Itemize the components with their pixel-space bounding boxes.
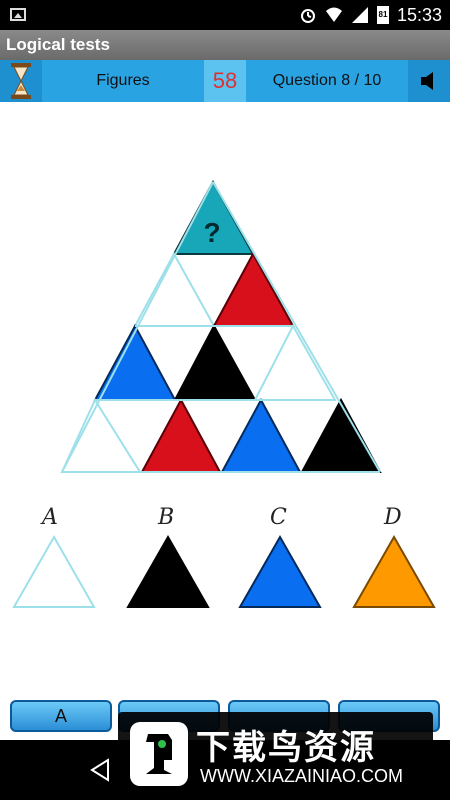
option-b-triangle[interactable] [124, 533, 214, 613]
image-notification-icon [10, 8, 26, 21]
puzzle-triangle [133, 251, 216, 327]
option-label-c: C [270, 505, 287, 530]
status-time: 15:33 [396, 4, 442, 25]
watermark-url: WWW.XIAZAINIAO.COM [200, 766, 403, 786]
puzzle-triangle [140, 397, 222, 473]
wifi-icon [325, 7, 342, 22]
info-bar: Figures 58 Question 8 / 10 [0, 60, 450, 102]
category-label: Figures [96, 72, 150, 89]
back-icon[interactable] [88, 758, 112, 782]
puzzle-triangle [212, 251, 295, 327]
status-right: 81 15:33 [299, 0, 442, 30]
option-a-triangle[interactable] [10, 533, 100, 613]
speaker-icon[interactable] [408, 60, 450, 102]
watermark-overlay: 下载鸟资源 WWW.XIAZAINIAO.COM [118, 712, 433, 796]
status-bar: 81 15:33 [0, 0, 450, 30]
answer-options [0, 533, 450, 613]
signal-icon [351, 7, 368, 23]
option-c-triangle[interactable] [236, 533, 326, 613]
option-d-triangle[interactable] [350, 533, 440, 613]
puzzle-triangle [253, 323, 337, 401]
bird-logo-icon [130, 722, 188, 786]
puzzle-triangle [220, 397, 302, 473]
alarm-icon [300, 9, 315, 23]
puzzle-triangle [300, 397, 382, 473]
hourglass-icon [0, 60, 42, 102]
option-label-a: A [42, 505, 58, 530]
option-labels: A B C D [0, 505, 450, 535]
question-progress: Question 8 / 10 [272, 72, 382, 89]
option-label-b: B [158, 505, 175, 530]
app-title: Logical tests [0, 30, 450, 60]
option-label-d: D [384, 505, 402, 530]
unknown-mark: ? [203, 217, 220, 248]
timer-value: 58 [204, 60, 246, 102]
watermark-title: 下载鸟资源 [196, 729, 376, 767]
triangle-puzzle: ? [60, 179, 382, 473]
puzzle-triangle [93, 323, 177, 401]
answer-button-a[interactable]: A [10, 700, 112, 732]
battery-icon: 81 [376, 6, 389, 24]
puzzle-triangle [173, 323, 257, 401]
puzzle-triangle [60, 397, 142, 473]
